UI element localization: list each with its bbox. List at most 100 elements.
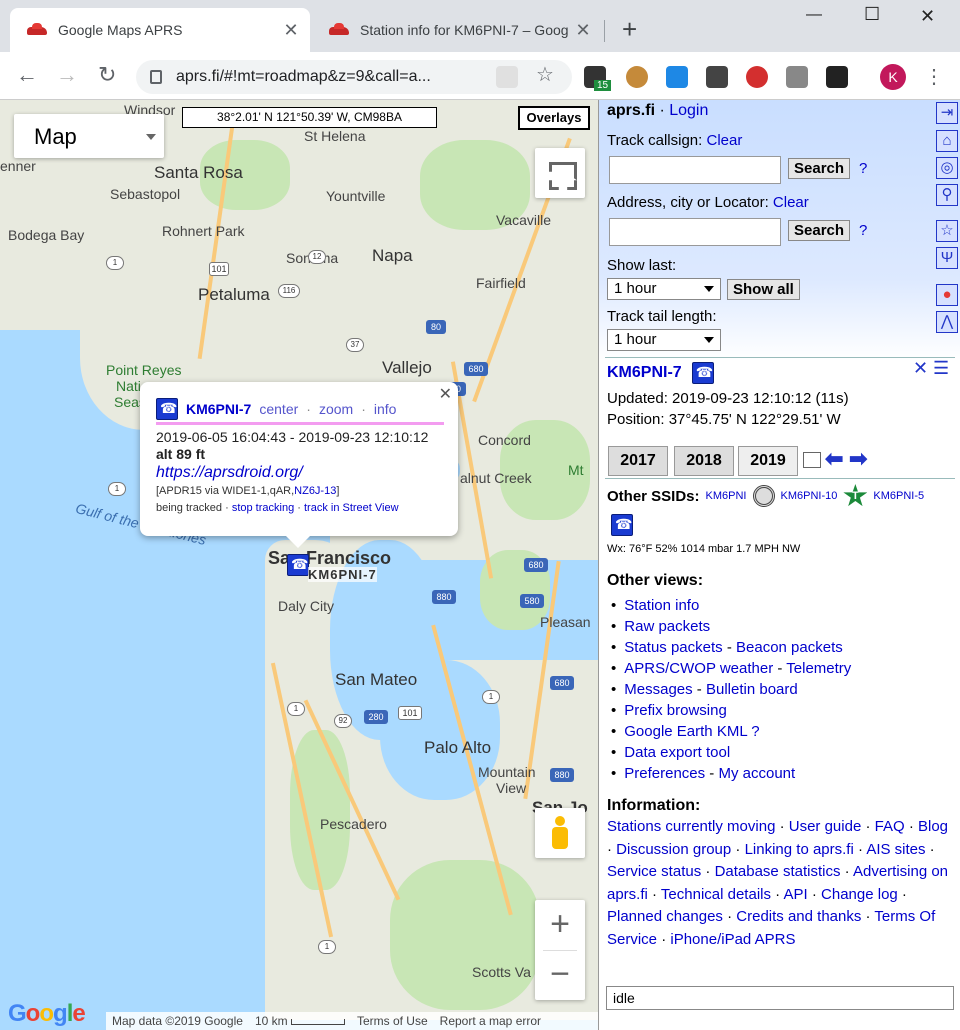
info-link[interactable]: Credits and thanks bbox=[736, 908, 861, 925]
view-link[interactable]: Data export tool bbox=[624, 744, 730, 761]
view-link[interactable]: Telemetry bbox=[786, 660, 851, 677]
zoom-out-button[interactable]: − bbox=[535, 950, 585, 1000]
home-icon[interactable]: ⌂ bbox=[936, 130, 958, 152]
view-link[interactable]: Raw packets bbox=[624, 618, 710, 635]
callsign-input[interactable] bbox=[609, 156, 781, 184]
search-callsign-button[interactable]: Search bbox=[788, 158, 851, 179]
show-last-select[interactable]: 1 hour bbox=[607, 278, 721, 300]
year-2019-button[interactable]: 2019 bbox=[738, 446, 798, 476]
fullscreen-icon[interactable] bbox=[535, 148, 585, 198]
path-igate-link[interactable]: NZ6J-13 bbox=[294, 485, 336, 497]
year-2018-button[interactable]: 2018 bbox=[674, 446, 734, 476]
year-2017-button[interactable]: 2017 bbox=[608, 446, 668, 476]
close-tab-icon[interactable]: ✕ bbox=[278, 20, 304, 41]
tail-length-select[interactable]: 1 hour bbox=[607, 329, 721, 351]
terms-link[interactable]: Terms of Use bbox=[357, 1012, 428, 1030]
zoom-in-button[interactable]: + bbox=[535, 900, 585, 950]
google-logo[interactable]: Google bbox=[8, 1000, 86, 1028]
overlays-button[interactable]: Overlays bbox=[518, 106, 590, 130]
window-close-button[interactable]: ✕ bbox=[920, 6, 935, 27]
clear-callsign-link[interactable]: Clear bbox=[706, 132, 742, 149]
scale-bar[interactable]: 10 km bbox=[255, 1012, 345, 1030]
stop-tracking-link[interactable]: stop tracking bbox=[232, 502, 294, 514]
show-all-button[interactable]: Show all bbox=[727, 279, 800, 300]
extension-hand-icon[interactable] bbox=[786, 66, 808, 88]
address-help-link[interactable]: ? bbox=[859, 222, 867, 239]
view-link[interactable]: Google Earth KML bbox=[624, 723, 747, 740]
info-link[interactable]: API bbox=[784, 886, 808, 903]
info-link[interactable]: iPhone/iPad APRS bbox=[670, 931, 795, 948]
extension-puzzle-icon[interactable] bbox=[496, 66, 518, 88]
calendar-icon[interactable] bbox=[803, 452, 821, 468]
search-address-button[interactable]: Search bbox=[788, 220, 851, 241]
view-link[interactable]: Messages bbox=[624, 681, 692, 698]
extension-window-icon[interactable] bbox=[666, 66, 688, 88]
info-link[interactable]: Service status bbox=[607, 863, 701, 880]
path-icon[interactable]: ⋀ bbox=[936, 311, 958, 333]
street-view-link[interactable]: track in Street View bbox=[304, 502, 399, 514]
view-link[interactable]: Status packets bbox=[624, 639, 722, 656]
info-link[interactable]: User guide bbox=[789, 818, 862, 835]
new-tab-button[interactable]: + bbox=[622, 14, 637, 45]
close-tab-icon[interactable]: ✕ bbox=[570, 20, 596, 41]
close-station-icon[interactable]: ✕ bbox=[913, 358, 928, 379]
view-link[interactable]: Beacon packets bbox=[736, 639, 843, 656]
info-link[interactable]: Technical details bbox=[661, 886, 771, 903]
forward-icon[interactable]: → bbox=[56, 62, 78, 88]
map-view[interactable]: Windsor enner St Helena Santa Rosa Yount… bbox=[0, 100, 598, 1030]
extension-glasses-icon[interactable] bbox=[826, 66, 848, 88]
close-popup-icon[interactable]: ✕ bbox=[439, 384, 452, 404]
arrow-right-icon[interactable]: ➡ bbox=[849, 446, 867, 472]
popup-link-center[interactable]: center bbox=[259, 401, 298, 417]
ssid-link[interactable]: KM6PNI-10 bbox=[781, 490, 838, 502]
popup-link-info[interactable]: info bbox=[374, 401, 397, 417]
minimize-button[interactable]: — bbox=[806, 6, 822, 24]
street-view-pegman-icon[interactable] bbox=[535, 808, 585, 858]
info-link[interactable]: FAQ bbox=[875, 818, 905, 835]
back-icon[interactable]: ← bbox=[16, 62, 38, 88]
profile-avatar[interactable]: K bbox=[880, 64, 906, 90]
site-name[interactable]: aprs.fi bbox=[607, 102, 655, 119]
info-link[interactable]: Linking to aprs.fi bbox=[745, 841, 854, 858]
info-link[interactable]: Change log bbox=[821, 886, 898, 903]
popup-link-zoom[interactable]: zoom bbox=[319, 401, 353, 417]
ssid-link[interactable]: KM6PNI bbox=[706, 490, 747, 502]
extension-mask-icon[interactable] bbox=[706, 66, 728, 88]
tab-station-info[interactable]: Station info for KM6PNI-7 – Goog ✕ bbox=[312, 8, 602, 52]
view-link[interactable]: Prefix browsing bbox=[624, 702, 727, 719]
antenna-icon[interactable]: Ψ bbox=[936, 247, 958, 269]
reload-icon[interactable]: ↻ bbox=[98, 62, 116, 88]
ssid-link[interactable]: KM6PNI-5 bbox=[873, 490, 924, 502]
popup-callsign[interactable]: KM6PNI-7 bbox=[186, 401, 251, 417]
info-link[interactable]: AIS sites bbox=[866, 841, 925, 858]
tower-icon[interactable]: ⚲ bbox=[936, 184, 958, 206]
compass-icon[interactable]: ◎ bbox=[936, 157, 958, 179]
popup-url-link[interactable]: https://aprsdroid.org/ bbox=[156, 463, 444, 483]
view-link[interactable]: Preferences bbox=[624, 765, 705, 782]
tab-google-maps-aprs[interactable]: Google Maps APRS ✕ bbox=[10, 8, 310, 52]
station-menu-icon[interactable]: ☰ bbox=[933, 358, 949, 379]
collapse-panel-icon[interactable]: ⇥ bbox=[936, 102, 958, 124]
info-link[interactable]: Database statistics bbox=[715, 863, 841, 880]
clear-address-link[interactable]: Clear bbox=[773, 194, 809, 211]
station-callsign-link[interactable]: KM6PNI-7 bbox=[607, 364, 682, 382]
maximize-button[interactable]: ☐ bbox=[864, 4, 880, 25]
info-link[interactable]: Blog bbox=[918, 818, 948, 835]
view-link[interactable]: APRS/CWOP weather bbox=[624, 660, 773, 677]
info-link[interactable]: Planned changes bbox=[607, 908, 723, 925]
map-type-select[interactable]: Map bbox=[14, 114, 164, 158]
url-text[interactable]: aprs.fi/#!mt=roadmap&z=9&call=a... bbox=[176, 68, 476, 86]
adblock-icon[interactable] bbox=[746, 66, 768, 88]
callsign-help-link[interactable]: ? bbox=[859, 160, 867, 177]
arrow-left-icon[interactable]: ⬅ bbox=[825, 446, 843, 472]
info-link[interactable]: Stations currently moving bbox=[607, 818, 775, 835]
view-link[interactable]: ? bbox=[751, 723, 759, 740]
more-menu-icon[interactable]: ⋮ bbox=[924, 64, 944, 89]
view-link[interactable]: Bulletin board bbox=[706, 681, 798, 698]
view-link[interactable]: Station info bbox=[624, 597, 699, 614]
weather-blob-icon[interactable]: ● bbox=[936, 284, 958, 306]
extension-d-icon[interactable]: 15 bbox=[584, 66, 612, 91]
report-error-link[interactable]: Report a map error bbox=[440, 1012, 541, 1030]
star-icon[interactable]: ☆ bbox=[936, 220, 958, 242]
view-link[interactable]: My account bbox=[718, 765, 795, 782]
